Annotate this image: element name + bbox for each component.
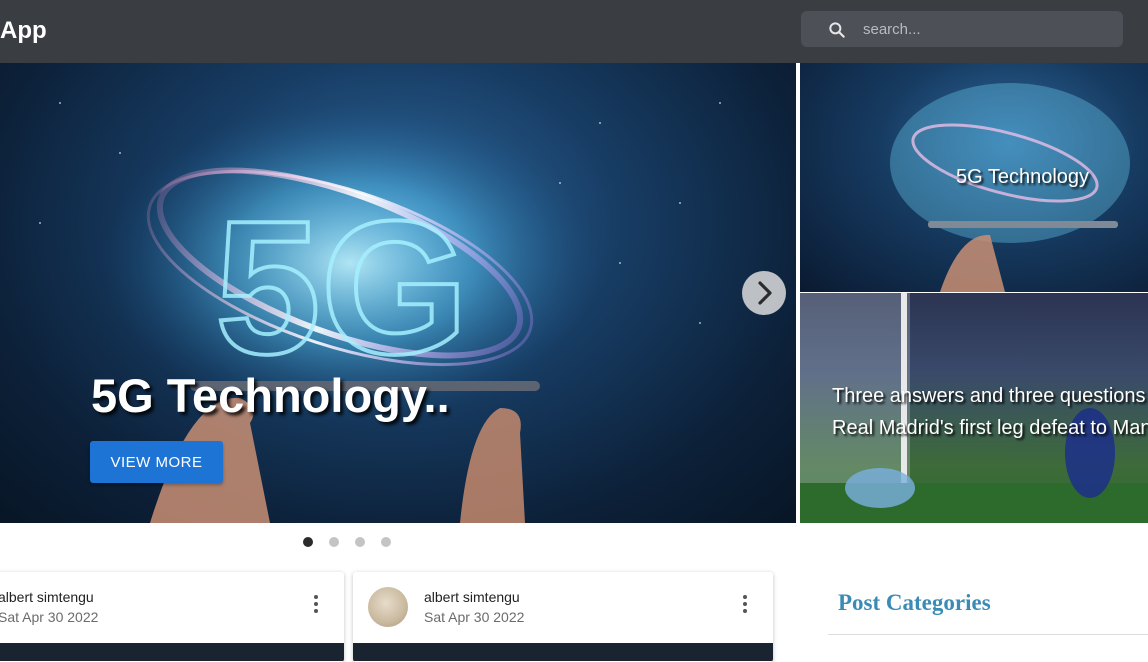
side-card-football[interactable]: Three answers and three questions Real M… — [800, 293, 1148, 523]
search-icon — [829, 22, 845, 38]
post-card[interactable]: albert simtengu Sat Apr 30 2022 — [0, 572, 344, 662]
top-app-bar: App — [0, 0, 1148, 63]
carousel-dot[interactable] — [355, 537, 365, 547]
side-card-title-line1: Three answers and three questions — [832, 385, 1146, 407]
divider — [828, 634, 1148, 635]
carousel-next-button[interactable] — [742, 271, 786, 315]
side-card-title-line2: Real Madrid's first leg defeat to Man — [832, 417, 1148, 439]
post-author: albert simtengu — [424, 589, 520, 605]
app-title[interactable]: App — [0, 17, 47, 45]
view-more-button[interactable]: VIEW MORE — [90, 441, 223, 483]
hero-title: 5G Technology.. — [91, 369, 450, 422]
search-input[interactable] — [863, 11, 1113, 47]
post-date: Sat Apr 30 2022 — [0, 609, 99, 625]
post-date: Sat Apr 30 2022 — [424, 609, 525, 625]
side-card-5g[interactable]: 5G Technology — [800, 63, 1148, 292]
side-card-title: Three answers and three questions Real M… — [832, 380, 1148, 444]
carousel-indicators — [303, 537, 391, 547]
more-vert-icon[interactable] — [740, 594, 750, 614]
more-vert-icon[interactable] — [311, 594, 321, 614]
search-box[interactable] — [801, 11, 1123, 47]
avatar — [368, 587, 408, 627]
carousel-dot[interactable] — [381, 537, 391, 547]
post-author: albert simtengu — [0, 589, 94, 605]
carousel-dot[interactable] — [303, 537, 313, 547]
side-card-title: 5G Technology — [956, 166, 1090, 188]
post-categories-title: Post Categories — [838, 590, 991, 615]
chevron-right-icon — [758, 281, 772, 305]
hero-carousel: 5G 5G Technology.. VIEW MORE — [0, 63, 796, 523]
carousel-dot[interactable] — [329, 537, 339, 547]
svg-text:5G: 5G — [215, 182, 468, 394]
post-card[interactable]: albert simtengu Sat Apr 30 2022 — [353, 572, 773, 662]
